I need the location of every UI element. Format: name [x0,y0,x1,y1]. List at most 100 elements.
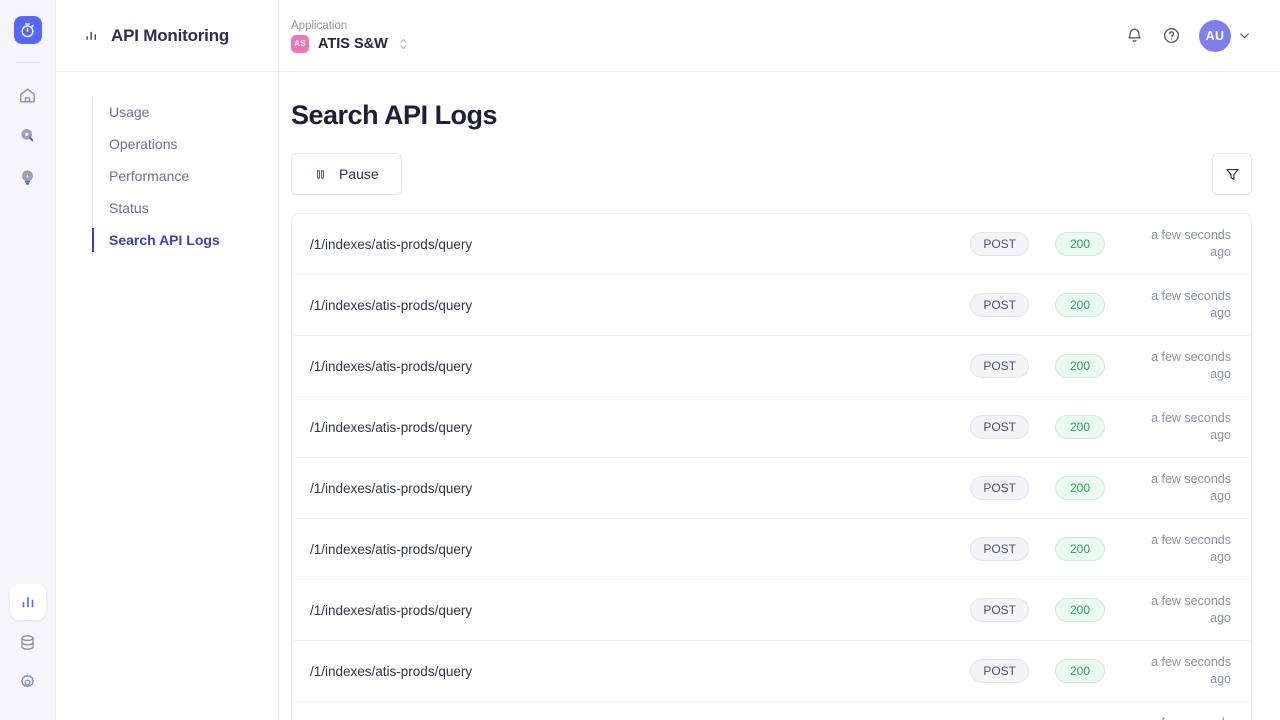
table-row[interactable]: /1/indexes/atis-prods/query POST 200 a f… [292,519,1251,580]
sidebar-item-label: Status [109,200,149,216]
sidebar-item-operations[interactable]: Operations [92,128,278,160]
user-menu[interactable]: AU [1199,20,1252,52]
sidebar-item-label: Performance [109,168,189,184]
sidebar-header: API Monitoring [56,0,278,72]
rail-bottom-group [10,584,46,720]
log-timestamp: a few seconds ago [1135,593,1231,627]
logs-list: /1/indexes/atis-prods/query POST 200 a f… [291,213,1252,720]
log-path: /1/indexes/atis-prods/query [310,542,970,557]
log-method-badge: POST [970,537,1029,561]
log-method-badge: POST [970,598,1029,622]
help-button[interactable] [1162,26,1181,45]
table-row[interactable]: /1/indexes/atis-prods/query POST 200 a f… [292,336,1251,397]
bar-chart-icon [19,593,37,611]
log-timestamp: a few seconds ago [1135,654,1231,688]
log-path: /1/indexes/atis-prods/query [310,603,970,618]
rail-item-home[interactable] [10,77,46,113]
log-timestamp: a few seconds ago [1135,349,1231,383]
bar-chart-icon [84,28,99,43]
app-root: API Monitoring Usage Operations Performa… [0,0,1280,720]
search-icon [18,126,37,145]
log-path: /1/indexes/atis-prods/query [310,664,970,679]
application-avatar: AS [291,35,309,53]
gear-icon [18,673,37,692]
help-circle-icon [1162,26,1181,45]
top-bar-actions: AU [1125,20,1252,52]
log-path: /1/indexes/atis-prods/query [310,359,970,374]
log-method-badge: POST [970,659,1029,683]
database-icon [18,633,37,652]
pause-button-label: Pause [339,166,379,182]
log-method-badge: POST [970,476,1029,500]
log-status-badge: 200 [1055,598,1105,622]
rail-item-analytics[interactable] [10,584,46,620]
sidebar-item-label: Search API Logs [109,232,220,248]
rail-item-settings[interactable] [10,664,46,700]
sidebar-item-label: Usage [109,104,149,120]
table-row[interactable]: /1/indexes/atis-prods/query POST 200 a f… [292,641,1251,702]
stopwatch-icon [19,22,36,39]
log-timestamp: a few seconds ago [1135,288,1231,322]
log-timestamp: a few seconds ago [1135,471,1231,505]
log-path: /1/indexes/atis-prods/query [310,481,970,496]
lightbulb-icon [18,168,37,187]
pause-icon [314,168,327,181]
sidebar-nav: API Monitoring Usage Operations Performa… [56,0,279,720]
home-icon [18,86,37,105]
chevron-down-icon[interactable] [1237,28,1252,43]
app-logo[interactable] [14,16,42,44]
application-switcher-label: Application [291,19,408,33]
top-bar: Application AS ATIS S&W [279,0,1280,72]
log-path: /1/indexes/atis-prods/query [310,420,970,435]
application-switcher-value[interactable]: AS ATIS S&W [291,35,408,53]
filter-icon [1224,166,1241,183]
sidebar-menu: Usage Operations Performance Status Sear… [56,72,278,256]
icon-rail [0,0,56,720]
table-row[interactable]: /1/indexes/atis-prods/query POST 200 a f… [292,702,1251,720]
rail-item-search[interactable] [10,117,46,153]
notifications-button[interactable] [1125,26,1144,45]
table-row[interactable]: /1/indexes/atis-prods/query POST 200 a f… [292,214,1251,275]
log-status-badge: 200 [1055,354,1105,378]
logs-toolbar: Pause [291,153,1252,195]
log-timestamp: a few seconds ago [1135,410,1231,444]
log-timestamp: a few seconds ago [1135,227,1231,261]
sidebar-item-status[interactable]: Status [92,192,278,224]
log-method-badge: POST [970,232,1029,256]
rail-item-insights[interactable] [10,159,46,195]
log-timestamp: a few seconds ago [1135,715,1231,720]
sidebar-title: API Monitoring [111,26,229,46]
log-status-badge: 200 [1055,476,1105,500]
log-path: /1/indexes/atis-prods/query [310,298,970,313]
bell-icon [1125,26,1144,45]
table-row[interactable]: /1/indexes/atis-prods/query POST 200 a f… [292,580,1251,641]
log-method-badge: POST [970,293,1029,317]
log-timestamp: a few seconds ago [1135,532,1231,566]
log-status-badge: 200 [1055,232,1105,256]
chevron-updown-icon[interactable] [399,36,408,52]
sidebar-item-label: Operations [109,136,177,152]
sidebar-item-usage[interactable]: Usage [92,96,278,128]
sidebar-item-search-api-logs[interactable]: Search API Logs [92,224,278,256]
log-method-badge: POST [970,354,1029,378]
log-status-badge: 200 [1055,537,1105,561]
avatar: AU [1199,20,1231,52]
main-column: Application AS ATIS S&W [279,0,1280,720]
filter-button[interactable] [1212,153,1252,195]
table-row[interactable]: /1/indexes/atis-prods/query POST 200 a f… [292,397,1251,458]
log-status-badge: 200 [1055,659,1105,683]
pause-button[interactable]: Pause [291,153,402,195]
log-method-badge: POST [970,415,1029,439]
table-row[interactable]: /1/indexes/atis-prods/query POST 200 a f… [292,275,1251,336]
application-name: ATIS S&W [318,36,388,52]
application-switcher[interactable]: Application AS ATIS S&W [291,19,408,53]
log-status-badge: 200 [1055,293,1105,317]
log-path: /1/indexes/atis-prods/query [310,237,970,252]
sidebar-item-performance[interactable]: Performance [92,160,278,192]
log-status-badge: 200 [1055,415,1105,439]
rail-item-data-sources[interactable] [10,624,46,660]
page-content: Search API Logs Pause [279,72,1280,720]
table-row[interactable]: /1/indexes/atis-prods/query POST 200 a f… [292,458,1251,519]
rail-divider [16,62,40,63]
page-title: Search API Logs [291,100,1252,131]
